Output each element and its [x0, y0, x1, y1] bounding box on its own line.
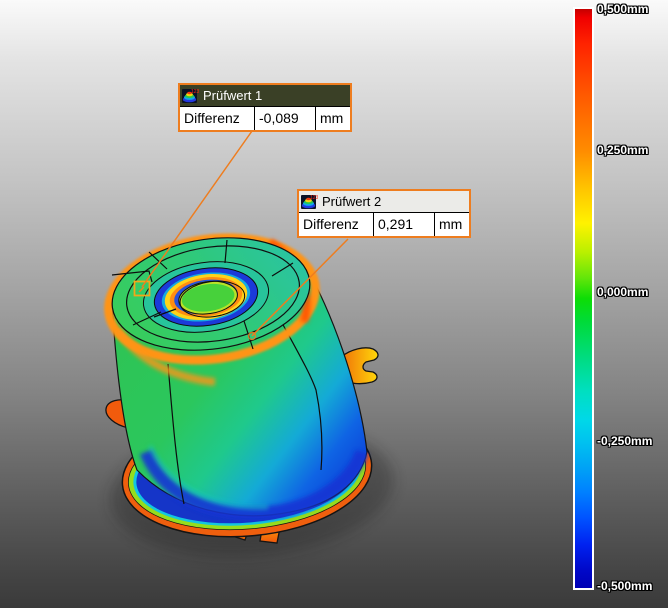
scale-tick: -0,250mm: [597, 434, 653, 448]
scale-tick-zero: 0,000mm: [597, 285, 649, 299]
annotation-header[interactable]: 123 Prüfwert 1: [180, 85, 350, 106]
dimension-value: -0,089: [254, 107, 315, 130]
deviation-check-icon: 123: [301, 195, 318, 209]
annotation-title: Prüfwert 1: [203, 88, 263, 103]
annotation-title: Prüfwert 2: [322, 194, 382, 209]
scale-tick: 0,250mm: [597, 143, 649, 157]
scale-tick-min: -0,500mm: [597, 579, 653, 593]
deviation-check-icon: 123: [182, 89, 199, 103]
svg-text:123: 123: [191, 89, 199, 95]
dimension-unit: mm: [434, 213, 469, 236]
deviation-color-scale[interactable]: [573, 7, 594, 590]
annotation-header[interactable]: 123 Prüfwert 2: [299, 191, 469, 212]
annotation-label-pruefwert-1[interactable]: 123 Prüfwert 1 Differenz -0,089 mm: [178, 83, 352, 132]
dimension-name: Differenz: [184, 110, 240, 126]
dimension-name: Differenz: [303, 216, 359, 232]
annotation-value-row: Differenz -0,089 mm: [180, 106, 350, 130]
scale-tick-max: 0,500mm: [597, 2, 649, 16]
dimension-unit: mm: [315, 107, 350, 130]
dimension-value: 0,291: [373, 213, 434, 236]
annotation-value-row: Differenz 0,291 mm: [299, 212, 469, 236]
inspection-3d-viewport[interactable]: 123 Prüfwert 1 Differenz -0,089 mm 123 P…: [0, 0, 668, 608]
svg-text:123: 123: [310, 195, 318, 201]
annotation-label-pruefwert-2[interactable]: 123 Prüfwert 2 Differenz 0,291 mm: [297, 189, 471, 238]
